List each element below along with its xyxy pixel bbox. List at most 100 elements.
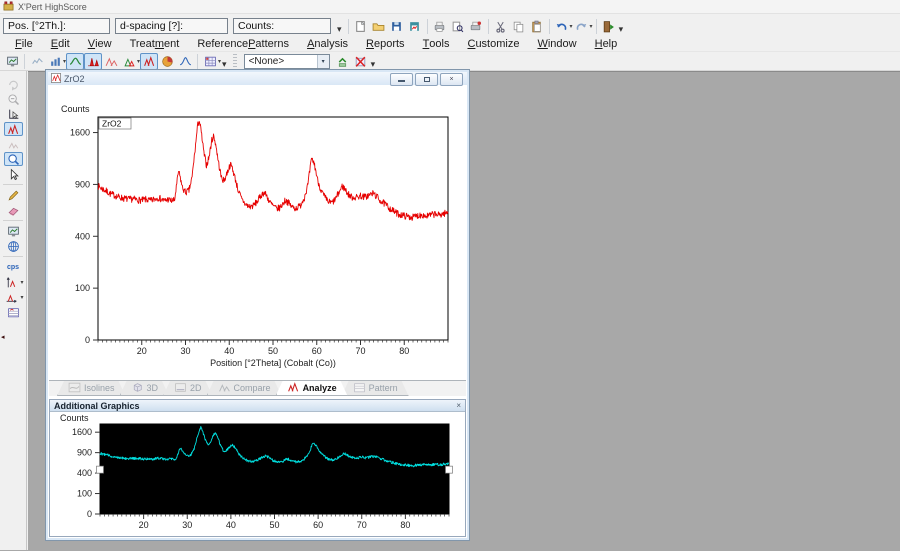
view-tab-strip: Isolines 3D 2D Compare Analyze Pattern bbox=[49, 380, 466, 396]
app-window: X'Pert HighScore Pos. [°2Th.]: d-spacing… bbox=[0, 0, 900, 551]
menu-view[interactable]: View bbox=[79, 37, 121, 52]
pie-chart-icon[interactable] bbox=[158, 53, 176, 70]
paste-icon[interactable] bbox=[528, 18, 546, 35]
pattern-grid-icon[interactable] bbox=[201, 53, 219, 70]
sidebar-axis-pointer-icon[interactable] bbox=[4, 107, 23, 121]
bar-graph-icon[interactable] bbox=[46, 53, 64, 70]
position-field[interactable]: Pos. [°2Th.]: bbox=[3, 18, 200, 34]
counts-field[interactable]: Counts: bbox=[233, 18, 409, 34]
tab-2d[interactable]: 2D bbox=[163, 381, 213, 396]
line-graph-icon[interactable] bbox=[28, 53, 46, 70]
menu-file[interactable]: File bbox=[6, 37, 42, 52]
tab-3d[interactable]: 3D bbox=[120, 381, 170, 396]
close-button[interactable]: × bbox=[440, 73, 463, 86]
sidebar-pattern-table-icon[interactable] bbox=[4, 305, 23, 319]
combobox-value: <None> bbox=[248, 55, 285, 67]
toolbar-grip[interactable] bbox=[232, 54, 237, 68]
dspacing-field[interactable]: d-spacing [?]: bbox=[115, 18, 318, 34]
redo-icon[interactable] bbox=[573, 18, 591, 35]
document-title-bar[interactable]: ZrO2 × bbox=[48, 72, 467, 86]
menu-tools[interactable]: Tools bbox=[414, 37, 459, 52]
overview-range-handle-right[interactable] bbox=[445, 465, 453, 474]
sidebar-x-axis-scale-icon[interactable] bbox=[2, 290, 21, 304]
sidebar-cps-units-icon[interactable]: cps bbox=[4, 260, 23, 274]
menu-reference-patterns[interactable]: Reference Patterns bbox=[188, 37, 298, 52]
print-preview-icon[interactable] bbox=[449, 18, 467, 35]
display-mode-icon[interactable] bbox=[3, 53, 21, 70]
restore-button[interactable] bbox=[415, 73, 438, 86]
sidebar-peak-mode-icon[interactable] bbox=[3, 122, 23, 136]
peaks-outline-icon[interactable] bbox=[102, 53, 120, 70]
menu-treatment[interactable]: Treat m ent bbox=[121, 37, 189, 52]
minimize-button[interactable] bbox=[390, 73, 413, 86]
sidebar-display-graphics-icon[interactable] bbox=[4, 224, 23, 238]
print-icon[interactable] bbox=[431, 18, 449, 35]
tab-label: Analyze bbox=[302, 383, 337, 393]
panel-close-icon[interactable]: × bbox=[456, 401, 461, 410]
sidebar-eraser-icon[interactable] bbox=[4, 203, 23, 217]
menu-help[interactable]: Help bbox=[586, 37, 627, 52]
toolbar-overflow-icon[interactable]: ▾ bbox=[371, 60, 376, 69]
tab-isolines[interactable]: Isolines bbox=[57, 381, 126, 396]
svg-text:60: 60 bbox=[312, 346, 322, 356]
tab-analyze-icon bbox=[287, 381, 300, 396]
overview-range-handle-left[interactable] bbox=[96, 465, 104, 474]
menu-reports[interactable]: Reports bbox=[357, 37, 414, 52]
additional-graphics-header[interactable]: Additional Graphics × bbox=[50, 400, 465, 412]
sidebar-x-axis-scale-dropdown-icon[interactable]: ▾ bbox=[20, 294, 23, 301]
redo-dropdown-icon[interactable]: ▾ bbox=[590, 23, 593, 30]
toolbar-overflow-icon[interactable]: ▾ bbox=[619, 25, 624, 34]
svg-text:60: 60 bbox=[313, 520, 323, 530]
menu-analysis[interactable]: Analysis bbox=[298, 37, 357, 52]
toolbar-overflow-icon[interactable]: ▾ bbox=[337, 25, 342, 34]
overview-chart[interactable]: Counts 20 30 40 50 60 70 80 0 100 400 900 1600 bbox=[52, 413, 462, 536]
tab-label: 2D bbox=[190, 383, 202, 393]
chevron-down-icon[interactable]: ▾ bbox=[316, 54, 329, 68]
tab-label: Compare bbox=[233, 383, 271, 393]
profile-fit-icon[interactable] bbox=[176, 53, 194, 70]
save-file-icon[interactable] bbox=[388, 18, 406, 35]
sidebar-globe-target-icon[interactable] bbox=[4, 239, 23, 253]
print-settings-icon[interactable] bbox=[467, 18, 485, 35]
new-document-icon[interactable] bbox=[352, 18, 370, 35]
additional-graphics-title: Additional Graphics bbox=[54, 400, 140, 411]
smooth-line-icon[interactable] bbox=[66, 52, 85, 70]
sidebar-pointer-icon[interactable] bbox=[4, 167, 23, 181]
svg-text:1600: 1600 bbox=[70, 128, 90, 138]
tab-pattern[interactable]: Pattern bbox=[342, 381, 409, 396]
tab-label: 3D bbox=[146, 383, 159, 393]
sidebar-pencil-icon[interactable] bbox=[4, 188, 23, 202]
cut-icon[interactable] bbox=[492, 18, 510, 35]
svg-text:70: 70 bbox=[357, 520, 367, 530]
peak-analyze-icon[interactable] bbox=[140, 52, 159, 70]
undo-icon[interactable] bbox=[553, 18, 571, 35]
copy-icon[interactable] bbox=[510, 18, 528, 35]
toolbar-overflow-icon[interactable]: ▾ bbox=[222, 60, 227, 69]
peaks-filled-icon[interactable] bbox=[84, 52, 103, 70]
tab-analyze[interactable]: Analyze bbox=[276, 381, 348, 396]
reference-pattern-combobox[interactable]: <None> ▾ bbox=[243, 53, 330, 69]
menu-window[interactable]: Window bbox=[528, 37, 585, 52]
tab-compare[interactable]: Compare bbox=[207, 381, 282, 396]
tab-3d-icon bbox=[131, 381, 144, 396]
sidebar-zoom-in-icon[interactable] bbox=[3, 152, 23, 166]
svg-text:40: 40 bbox=[224, 346, 234, 356]
svg-text:400: 400 bbox=[77, 468, 92, 478]
pattern-grid-dropdown-icon[interactable]: ▾ bbox=[218, 58, 221, 65]
delta-peaks-icon[interactable] bbox=[120, 53, 138, 70]
menu-edit[interactable]: Edit bbox=[42, 37, 79, 52]
svg-text:900: 900 bbox=[77, 448, 92, 458]
save-analysis-icon[interactable] bbox=[406, 18, 424, 35]
main-chart[interactable]: Counts 20 30 40 50 60 70 80 0 100 400 900 1600 Positi… bbox=[51, 102, 461, 374]
open-file-icon[interactable] bbox=[370, 18, 388, 35]
panel-collapse-handle[interactable]: ◂ bbox=[1, 334, 6, 342]
accept-pattern-icon[interactable] bbox=[334, 53, 352, 70]
delete-pattern-icon[interactable] bbox=[352, 53, 370, 70]
svg-text:400: 400 bbox=[75, 231, 90, 241]
menu-customize[interactable]: Customize bbox=[458, 37, 528, 52]
svg-text:70: 70 bbox=[355, 346, 365, 356]
sidebar-y-axis-scale-icon[interactable] bbox=[2, 275, 21, 289]
exit-icon[interactable] bbox=[600, 18, 618, 35]
svg-text:Position [°2Theta] (Cobalt (Co: Position [°2Theta] (Cobalt (Co)) bbox=[210, 358, 336, 368]
sidebar-y-axis-scale-dropdown-icon[interactable]: ▾ bbox=[20, 279, 23, 286]
